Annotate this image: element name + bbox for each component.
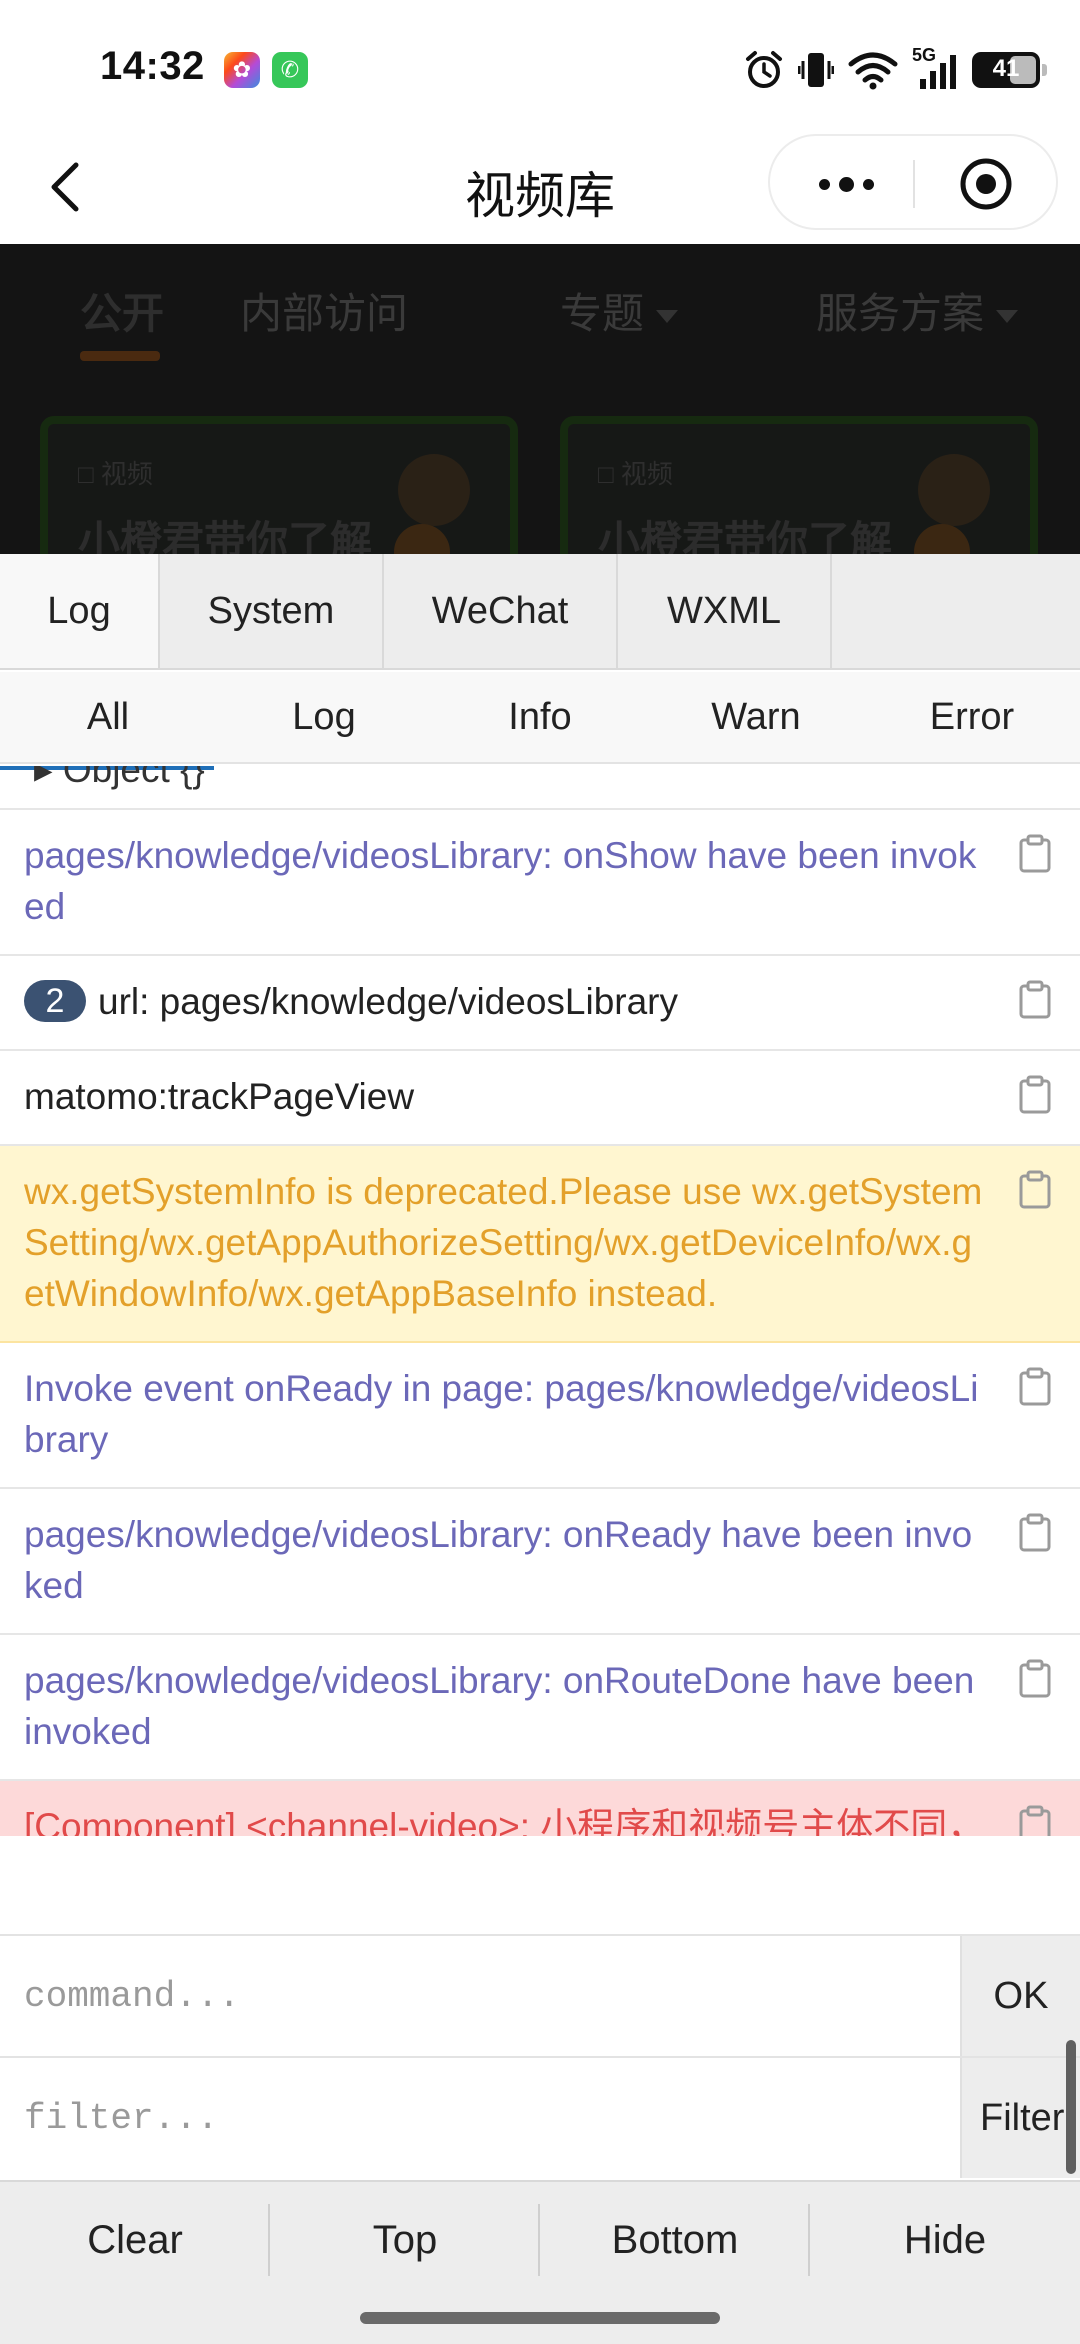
- filter-button[interactable]: Filter: [960, 2058, 1080, 2178]
- card-badge: □ 视频: [598, 459, 673, 489]
- log-item: 2 url: pages/knowledge/videosLibrary: [0, 956, 1080, 1051]
- copy-icon[interactable]: [1018, 1367, 1052, 1407]
- log-text: pages/knowledge/videosLibrary: onRouteDo…: [24, 1660, 975, 1752]
- copy-icon[interactable]: [1018, 1170, 1052, 1210]
- page-tab-topics: 专题: [560, 280, 679, 341]
- subtab-log[interactable]: Log: [216, 672, 432, 762]
- log-text: [Component] <channel-video>: 小程序和视频号主体不同…: [24, 1806, 985, 1836]
- card-badge: □ 视频: [78, 459, 153, 489]
- log-item: pages/knowledge/videosLibrary: onShow ha…: [0, 810, 1080, 956]
- wifi-icon: [848, 52, 898, 90]
- copy-icon[interactable]: [1018, 834, 1052, 874]
- log-item-warning: wx.getSystemInfo is deprecated.Please us…: [0, 1146, 1080, 1343]
- copy-icon[interactable]: [1018, 1805, 1052, 1836]
- alarm-icon: [746, 51, 782, 88]
- bottom-button[interactable]: Bottom: [540, 2182, 810, 2298]
- phone-app-icon: ✆: [272, 52, 308, 88]
- copy-icon[interactable]: [1018, 980, 1052, 1020]
- log-text: url: pages/knowledge/videosLibrary: [98, 981, 679, 1022]
- log-item: Invoke event onReady in page: pages/know…: [0, 1343, 1080, 1489]
- page-background-dimmed: 公开 内部访问 专题 服务方案 □ 视频 小橙君带你了解 □ 视频 小橙君带你了…: [0, 244, 1080, 554]
- vibrate-icon: [798, 53, 834, 87]
- log-level-tabs: All Log Info Warn Error: [0, 672, 1080, 764]
- tab-system[interactable]: System: [160, 554, 384, 668]
- log-item: pages/knowledge/videosLibrary: onReady h…: [0, 1489, 1080, 1635]
- subtab-error[interactable]: Error: [864, 672, 1080, 762]
- command-input[interactable]: [0, 1936, 960, 2056]
- page-tab-internal: 内部访问: [240, 290, 409, 337]
- filter-row: Filter: [0, 2056, 1080, 2178]
- command-row: OK: [0, 1934, 1080, 2056]
- battery-icon: 41: [972, 52, 1047, 88]
- object-entry[interactable]: ▸ Object {}: [34, 766, 205, 795]
- command-ok-button[interactable]: OK: [960, 1936, 1080, 2056]
- subtab-info[interactable]: Info: [432, 672, 648, 762]
- log-text: matomo:trackPageView: [24, 1076, 415, 1117]
- signal-icon: 5G: [912, 45, 958, 91]
- log-text: Invoke event onReady in page: pages/know…: [24, 1368, 979, 1460]
- copy-icon[interactable]: [1018, 1513, 1052, 1553]
- copy-icon[interactable]: [1018, 1075, 1052, 1115]
- hide-button[interactable]: Hide: [810, 2182, 1080, 2298]
- log-text: pages/knowledge/videosLibrary: onReady h…: [24, 1514, 973, 1606]
- nav-bar: 视频库: [0, 130, 1080, 244]
- status-time: 14:32: [100, 44, 205, 88]
- tab-log[interactable]: Log: [0, 554, 160, 668]
- more-button[interactable]: [806, 160, 886, 208]
- video-card: □ 视频 小橙君带你了解: [40, 416, 518, 554]
- log-item-error: [Component] <channel-video>: 小程序和视频号主体不同…: [0, 1781, 1080, 1836]
- subtab-warn[interactable]: Warn: [648, 672, 864, 762]
- card-title: 小橙君带你了解: [598, 518, 893, 554]
- log-item: matomo:trackPageView: [0, 1051, 1080, 1146]
- video-card: □ 视频 小橙君带你了解: [560, 416, 1038, 554]
- scrollbar[interactable]: [1066, 2040, 1076, 2174]
- page-tab-services: 服务方案: [816, 280, 1019, 341]
- copy-icon[interactable]: [1018, 1659, 1052, 1699]
- photos-app-icon: ✿: [224, 52, 260, 88]
- clear-button[interactable]: Clear: [0, 2182, 270, 2298]
- filter-input[interactable]: [0, 2058, 960, 2178]
- log-item: pages/knowledge/videosLibrary: onRouteDo…: [0, 1635, 1080, 1781]
- tab-wechat[interactable]: WeChat: [384, 554, 618, 668]
- log-text: pages/knowledge/videosLibrary: onShow ha…: [24, 835, 977, 927]
- repeat-count-badge: 2: [24, 980, 86, 1022]
- mini-program-capsule: [768, 134, 1058, 230]
- log-item-partial: ▸ Object {}: [0, 766, 1080, 810]
- status-icons: 5G 41: [744, 45, 1047, 94]
- target-close-icon[interactable]: [958, 156, 1014, 212]
- card-title: 小橙君带你了解: [78, 518, 373, 554]
- network-label: 5G: [912, 45, 937, 65]
- home-indicator[interactable]: [360, 2312, 720, 2324]
- top-button[interactable]: Top: [270, 2182, 540, 2298]
- log-list[interactable]: ▸ Object {} pages/knowledge/videosLibrar…: [0, 766, 1080, 1836]
- status-bar: 14:32 ✿ ✆ 5G 41: [0, 0, 1080, 130]
- page-tab-public: 公开: [80, 280, 164, 361]
- subtab-all[interactable]: All: [0, 672, 216, 762]
- battery-level: 41: [992, 55, 1020, 82]
- log-text: wx.getSystemInfo is deprecated.Please us…: [24, 1171, 983, 1314]
- tab-wxml[interactable]: WXML: [618, 554, 832, 668]
- page-tabs: 公开 内部访问 专题 服务方案: [0, 280, 1080, 361]
- vconsole-tabbar: Log System WeChat WXML: [0, 554, 1080, 670]
- more-dots-icon: [818, 178, 830, 190]
